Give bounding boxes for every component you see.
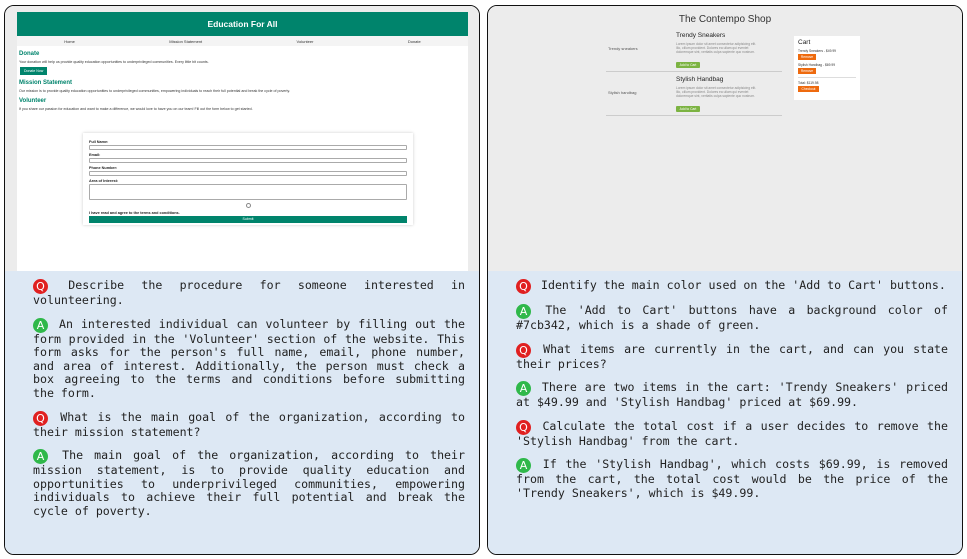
- email-field[interactable]: [89, 158, 407, 163]
- question-text: What is the main goal of the organizatio…: [33, 409, 465, 439]
- answer-text: The main goal of the organization, accor…: [33, 448, 465, 518]
- cart-panel: Cart Trendy Sneakers - $49.99 Remove Sty…: [794, 36, 860, 100]
- answer-icon: A: [516, 304, 531, 319]
- answer-icon: A: [516, 458, 531, 474]
- volunteer-heading: Volunteer: [19, 98, 47, 104]
- area-interest-field[interactable]: [89, 184, 407, 200]
- volunteer-text: If you share our passion for education a…: [19, 107, 253, 111]
- product-image: Stylish handbag: [608, 90, 637, 95]
- email-label: Email:: [89, 153, 101, 157]
- product-description: Lorem ipsum dolor sit amet consectetur a…: [676, 86, 757, 98]
- question-text: What items are currently in the cart, an…: [516, 341, 949, 371]
- qa-question: Q Describe the procedure for someone int…: [33, 278, 465, 308]
- question-text: Calculate the total cost if a user decid…: [516, 418, 948, 448]
- full-name-label: Full Name:: [89, 140, 109, 144]
- nav-mission-link[interactable]: Mission Statement: [169, 39, 202, 44]
- product-description: Lorem ipsum dolor sit amet consectetur a…: [676, 42, 757, 54]
- add-to-cart-button[interactable]: Add to Cart: [676, 106, 700, 112]
- answer-icon: A: [516, 381, 531, 397]
- question-icon: Q: [516, 419, 531, 435]
- donate-heading: Donate: [19, 51, 40, 57]
- question-icon: Q: [33, 410, 48, 426]
- shop-screenshot: The Contempo Shop Trendy sneakers Trendy…: [488, 6, 962, 271]
- product-name: Stylish Handbag: [676, 76, 724, 83]
- question-icon: Q: [516, 342, 531, 358]
- right-qa: Q Identify the main color used on the 'A…: [488, 271, 962, 554]
- answer-icon: A: [33, 449, 48, 465]
- left-panel: Education For All Home Mission Statement…: [4, 5, 480, 555]
- area-interest-label: Area of Interest:: [89, 179, 119, 183]
- product-image: Trendy sneakers: [608, 46, 638, 51]
- cart-title: Cart: [798, 39, 811, 46]
- site-nav: Home Mission Statement Volunteer Donate: [17, 36, 468, 46]
- answer-text: An interested individual can volunteer b…: [33, 316, 465, 400]
- qa-question: Q What is the main goal of the organizat…: [33, 409, 465, 440]
- full-name-field[interactable]: [89, 145, 407, 150]
- qa-question: Q What items are currently in the cart, …: [516, 341, 949, 372]
- question-text: Identify the main color used on the 'Add…: [540, 278, 946, 292]
- remove-button[interactable]: Remove: [798, 54, 816, 60]
- shop-site: The Contempo Shop Trendy sneakers Trendy…: [488, 6, 962, 271]
- site-header: Education For All: [17, 12, 468, 36]
- site-title: Education For All: [207, 19, 278, 29]
- donate-text: Your donation will help us provide quali…: [19, 60, 209, 64]
- qa-question: Q Calculate the total cost if a user dec…: [516, 418, 948, 449]
- checkout-button[interactable]: Checkout: [798, 86, 819, 92]
- answer-text: There are two items in the cart: 'Trendy…: [516, 380, 948, 410]
- answer-icon: A: [33, 317, 48, 333]
- phone-field[interactable]: [89, 171, 407, 176]
- remove-button[interactable]: Remove: [798, 68, 816, 74]
- right-panel: The Contempo Shop Trendy sneakers Trendy…: [487, 5, 963, 555]
- cart-total: Total: $119.98: [798, 81, 819, 85]
- question-text: Describe the procedure for someone inter…: [33, 278, 465, 307]
- volunteer-form: Full Name: Email: Phone Number: Area of …: [83, 133, 413, 225]
- add-to-cart-button[interactable]: Add to Cart: [676, 62, 700, 68]
- donate-button[interactable]: Donate Now: [20, 67, 48, 75]
- cart-divider: [798, 77, 856, 78]
- education-site: Education For All Home Mission Statement…: [17, 12, 468, 271]
- qa-question: Q Identify the main color used on the 'A…: [516, 278, 948, 294]
- terms-label: I have read and agree to the terms and c…: [89, 211, 180, 215]
- question-icon: Q: [516, 279, 531, 294]
- education-screenshot: Education For All Home Mission Statement…: [5, 6, 479, 271]
- terms-checkbox[interactable]: [245, 203, 251, 208]
- cart-item: Trendy Sneakers - $49.99: [798, 49, 836, 53]
- nav-home-link[interactable]: Home: [64, 39, 75, 44]
- qa-answer: A If the 'Stylish Handbag', which costs …: [516, 458, 948, 500]
- product-card: Stylish handbag Stylish Handbag Lorem ip…: [606, 74, 782, 116]
- qa-answer: A The main goal of the organization, acc…: [33, 448, 465, 518]
- question-icon: Q: [33, 279, 48, 294]
- product-card: Trendy sneakers Trendy Sneakers Lorem ip…: [606, 30, 782, 72]
- left-qa: Q Describe the procedure for someone int…: [5, 271, 479, 554]
- submit-button[interactable]: Submit: [89, 216, 407, 223]
- mission-heading: Mission Statement: [19, 80, 73, 86]
- nav-donate-link[interactable]: Donate: [408, 39, 421, 44]
- qa-answer: A There are two items in the cart: 'Tren…: [516, 380, 948, 410]
- qa-answer: A The 'Add to Cart' buttons have a backg…: [516, 303, 948, 333]
- cart-item: Stylish Handbag - $69.99: [798, 63, 836, 67]
- shop-title: The Contempo Shop: [678, 14, 772, 25]
- phone-label: Phone Number:: [89, 166, 118, 170]
- mission-text: Our mission is to provide quality educat…: [19, 89, 291, 93]
- qa-answer: A An interested individual can volunteer…: [33, 316, 465, 401]
- answer-text: The 'Add to Cart' buttons have a backgro…: [516, 303, 948, 332]
- product-name: Trendy Sneakers: [676, 32, 726, 39]
- nav-volunteer-link[interactable]: Volunteer: [297, 39, 314, 44]
- answer-text: If the 'Stylish Handbag', which costs $6…: [516, 457, 948, 500]
